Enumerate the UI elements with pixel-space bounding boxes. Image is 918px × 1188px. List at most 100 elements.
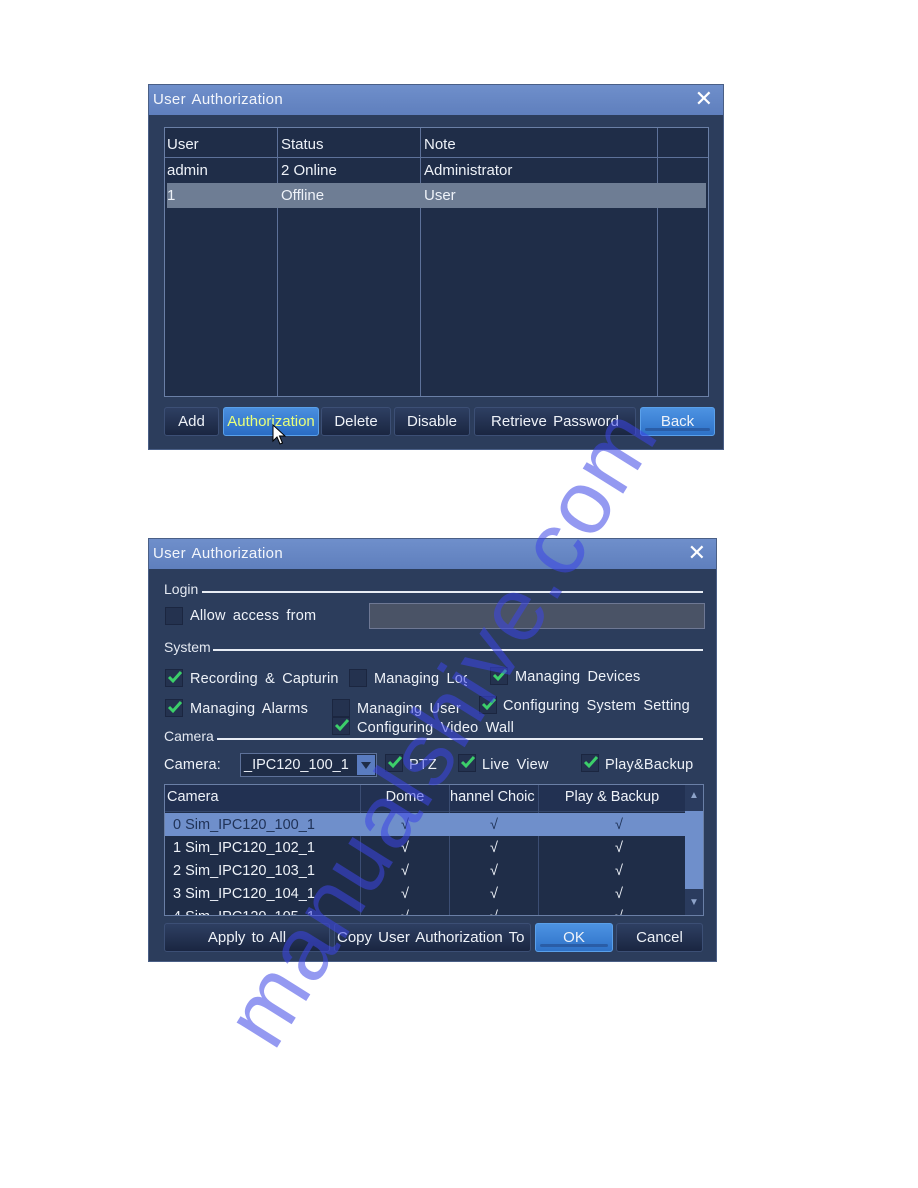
live-view-label: Live View (482, 757, 549, 773)
cell-camera: 1 Sim_IPC120_102_1 (173, 840, 315, 856)
cell-playback[interactable]: √ (539, 909, 699, 915)
table-row[interactable]: 4 Sim_IPC120_105_1 √ √ √ (165, 905, 685, 915)
section-label: Login (164, 581, 199, 597)
camera-select-label: Camera: (164, 757, 221, 773)
user-authorization-list-dialog: User Authorization ✕ User Status Note ad… (148, 84, 724, 450)
cell-playback[interactable]: √ (539, 863, 699, 879)
checkmark-icon (481, 698, 497, 711)
cell-dome[interactable]: √ (361, 909, 449, 915)
cell-dome[interactable]: √ (361, 840, 449, 856)
header-dome[interactable]: Dome (361, 789, 449, 805)
managing-alarms-checkbox[interactable] (165, 699, 183, 717)
managing-log-checkbox[interactable] (349, 669, 367, 687)
dialog-title: User Authorization (153, 545, 283, 562)
recording-capturing-checkbox[interactable] (165, 669, 183, 687)
retrieve-password-button[interactable]: Retrieve Password (474, 407, 636, 436)
cell-dome[interactable]: √ (361, 817, 449, 833)
checkmark-icon (460, 756, 476, 769)
chevron-down-icon[interactable] (357, 755, 375, 775)
section-divider (213, 649, 703, 651)
recording-capturing-label: Recording & Capturin (190, 671, 339, 687)
header-camera[interactable]: Camera (167, 789, 219, 805)
cell-channel[interactable]: √ (450, 886, 538, 902)
live-view-checkbox[interactable] (458, 754, 476, 772)
section-label: Camera (164, 728, 214, 744)
apply-to-all-button[interactable]: Apply to All (164, 923, 330, 952)
scroll-up-icon[interactable]: ▲ (685, 785, 703, 811)
table-header: Camera Dome hannel Choic Play & Backup (165, 785, 685, 812)
add-button[interactable]: Add (164, 407, 219, 436)
cell-note: User (424, 187, 456, 204)
table-row-selected[interactable]: 1 Offline User (167, 183, 706, 208)
cell-channel[interactable]: √ (450, 817, 538, 833)
managing-devices-checkbox[interactable] (490, 667, 508, 685)
cell-camera: 3 Sim_IPC120_104_1 (173, 886, 315, 902)
cell-user: 1 (167, 187, 176, 204)
title-bar: User Authorization ✕ (149, 85, 723, 115)
copy-user-authorization-button[interactable]: Copy User Authorization To (334, 923, 531, 952)
table-header: User Status Note (165, 132, 708, 158)
table-row[interactable]: 2 Sim_IPC120_103_1 √ √ √ (165, 859, 685, 882)
cell-status: Offline (281, 187, 325, 204)
table-row[interactable]: admin 2 Online Administrator (165, 158, 708, 183)
delete-button[interactable]: Delete (321, 407, 391, 436)
camera-select[interactable]: _IPC120_100_1 (240, 753, 377, 777)
allow-access-checkbox[interactable] (165, 607, 183, 625)
section-divider (217, 738, 703, 740)
allow-access-ip-input[interactable] (369, 603, 705, 629)
header-play-backup[interactable]: Play & Backup (539, 789, 685, 805)
camera-section-header: Camera (164, 728, 703, 746)
camera-select-value: _IPC120_100_1 (244, 757, 349, 773)
cell-user: admin (167, 162, 208, 179)
managing-log-label: Managing Log (374, 671, 467, 687)
close-icon[interactable]: ✕ (688, 542, 706, 564)
cell-playback[interactable]: √ (539, 817, 699, 833)
title-bar: User Authorization ✕ (149, 539, 716, 569)
table-row[interactable]: 3 Sim_IPC120_104_1 √ √ √ (165, 882, 685, 905)
section-label: System (164, 639, 211, 655)
checkmark-icon (387, 756, 403, 769)
managing-user-label: Managing User (357, 701, 461, 717)
managing-user-checkbox[interactable] (332, 699, 350, 717)
mouse-cursor-icon (272, 424, 286, 445)
cell-dome[interactable]: √ (361, 886, 449, 902)
disable-button[interactable]: Disable (394, 407, 470, 436)
cancel-button[interactable]: Cancel (616, 923, 703, 952)
close-icon[interactable]: ✕ (695, 88, 713, 110)
cell-dome[interactable]: √ (361, 863, 449, 879)
cell-status: 2 Online (281, 162, 337, 179)
checkmark-icon (167, 701, 183, 714)
cell-channel[interactable]: √ (450, 863, 538, 879)
table-row[interactable]: 1 Sim_IPC120_102_1 √ √ √ (165, 836, 685, 859)
cell-channel[interactable]: √ (450, 909, 538, 915)
header-note[interactable]: Note (424, 136, 456, 153)
back-button[interactable]: Back (640, 407, 715, 436)
camera-permissions-table: Camera Dome hannel Choic Play & Backup 0… (164, 784, 704, 916)
cell-channel[interactable]: √ (450, 840, 538, 856)
header-channel-choice[interactable]: hannel Choic (450, 789, 538, 805)
header-status[interactable]: Status (281, 136, 324, 153)
vertical-scrollbar[interactable]: ▲ ▼ (685, 785, 703, 915)
configuring-system-setting-checkbox[interactable] (479, 696, 497, 714)
scroll-down-icon[interactable]: ▼ (685, 889, 703, 915)
cell-playback[interactable]: √ (539, 886, 699, 902)
cell-note: Administrator (424, 162, 513, 179)
dialog-title: User Authorization (153, 91, 283, 108)
cell-camera: 0 Sim_IPC120_100_1 (173, 817, 315, 833)
configuring-system-setting-label: Configuring System Setting (503, 698, 690, 714)
ptz-label: PTZ (409, 757, 437, 773)
checkmark-icon (583, 756, 599, 769)
ok-button[interactable]: OK (535, 923, 613, 952)
authorization-button[interactable]: Authorization (223, 407, 319, 436)
checkmark-icon (492, 669, 508, 682)
cell-camera: 4 Sim_IPC120_105_1 (173, 909, 315, 915)
header-user[interactable]: User (167, 136, 199, 153)
user-table: User Status Note admin 2 Online Administ… (164, 127, 709, 397)
ptz-checkbox[interactable] (385, 754, 403, 772)
play-backup-checkbox[interactable] (581, 754, 599, 772)
cell-camera: 2 Sim_IPC120_103_1 (173, 863, 315, 879)
managing-alarms-label: Managing Alarms (190, 701, 309, 717)
allow-access-label: Allow access from (190, 608, 317, 624)
cell-playback[interactable]: √ (539, 840, 699, 856)
table-row-selected[interactable]: 0 Sim_IPC120_100_1 √ √ √ (165, 813, 685, 836)
